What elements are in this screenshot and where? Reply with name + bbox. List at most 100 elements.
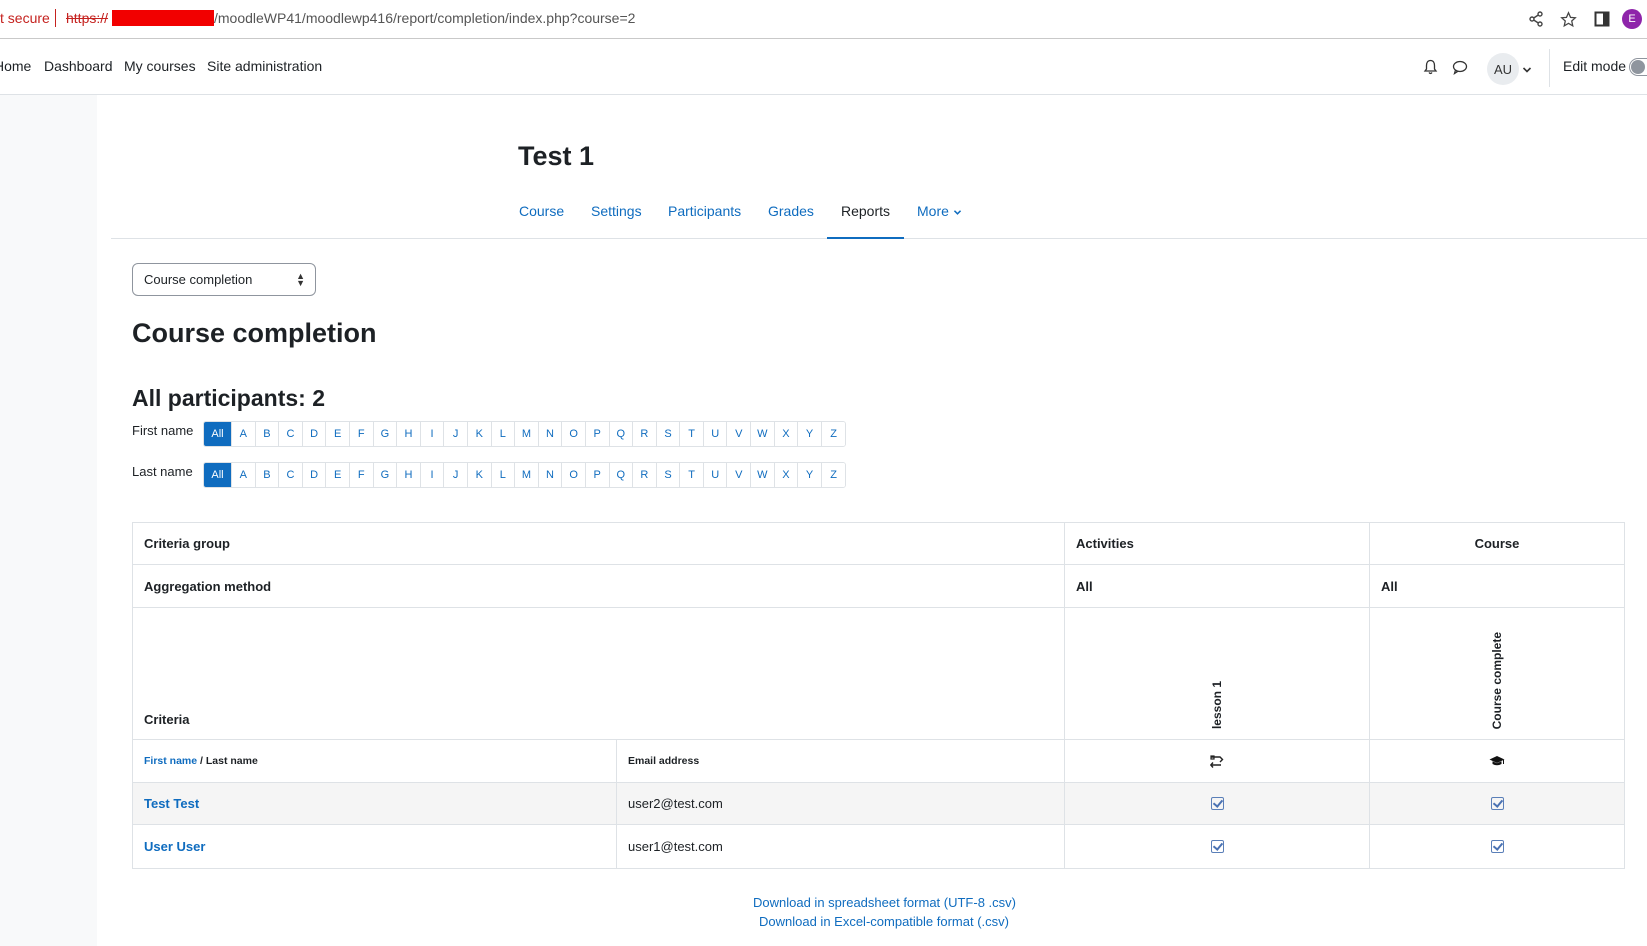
notifications-bell-icon[interactable] bbox=[1419, 56, 1441, 78]
nav-dashboard[interactable]: Dashboard bbox=[44, 58, 113, 74]
last-name-initial-w[interactable]: W bbox=[751, 463, 775, 487]
course-header: Course bbox=[1474, 536, 1520, 551]
nav-my-courses[interactable]: My courses bbox=[124, 58, 196, 74]
first-name-initial-j[interactable]: J bbox=[444, 422, 468, 446]
first-name-initial-h[interactable]: H bbox=[397, 422, 421, 446]
security-warning[interactable]: t secure bbox=[0, 10, 50, 26]
url-scheme[interactable]: https:// bbox=[66, 10, 108, 26]
first-name-initial-l[interactable]: L bbox=[491, 422, 516, 446]
nav-site-administration[interactable]: Site administration bbox=[207, 58, 322, 74]
edit-mode-toggle[interactable] bbox=[1629, 58, 1647, 76]
user-avatar[interactable]: AU bbox=[1487, 53, 1519, 85]
first-name-initial-i[interactable]: I bbox=[420, 422, 445, 446]
first-name-initial-u[interactable]: U bbox=[703, 422, 728, 446]
left-drawer bbox=[0, 95, 97, 946]
first-name-initial-z[interactable]: Z bbox=[821, 422, 846, 446]
last-name-initial-c[interactable]: C bbox=[279, 463, 303, 487]
primary-navigation: Home Dashboard My courses Site administr… bbox=[0, 39, 1647, 95]
first-name-initial-n[interactable]: N bbox=[538, 422, 563, 446]
participant-name-link[interactable]: User User bbox=[144, 839, 205, 854]
last-name-initial-f[interactable]: F bbox=[349, 463, 374, 487]
first-name-initial-s[interactable]: S bbox=[656, 422, 681, 446]
criteria-row: Criteria lesson 1 Course complete bbox=[133, 608, 1624, 740]
criteria-course-complete: Course complete bbox=[1490, 631, 1504, 729]
last-name-initial-g[interactable]: G bbox=[373, 463, 398, 487]
tab-more[interactable]: More bbox=[917, 203, 962, 219]
last-name-initial-n[interactable]: N bbox=[538, 463, 563, 487]
page-heading: Course completion bbox=[132, 318, 377, 348]
download-utf8-csv-link[interactable]: Download in spreadsheet format (UTF-8 .c… bbox=[753, 895, 1016, 910]
participant-name-link[interactable]: Test Test bbox=[144, 796, 199, 811]
first-name-initial-o[interactable]: O bbox=[562, 422, 586, 446]
first-name-initial-a[interactable]: A bbox=[232, 422, 256, 446]
first-name-initial-b[interactable]: B bbox=[255, 422, 280, 446]
last-name-initial-y[interactable]: Y bbox=[798, 463, 822, 487]
email-header: Email address bbox=[617, 740, 1065, 782]
first-name-initial-q[interactable]: Q bbox=[609, 422, 634, 446]
chevron-down-icon[interactable] bbox=[1522, 61, 1532, 77]
download-excel-csv-link[interactable]: Download in Excel-compatible format (.cs… bbox=[759, 914, 1009, 929]
first-name-initial-p[interactable]: P bbox=[585, 422, 610, 446]
sort-first-name-link[interactable]: First name bbox=[144, 755, 197, 767]
first-name-initial-d[interactable]: D bbox=[302, 422, 327, 446]
last-name-initial-r[interactable]: R bbox=[633, 463, 657, 487]
side-panel-icon[interactable] bbox=[1592, 9, 1612, 29]
first-name-initial-g[interactable]: G bbox=[373, 422, 398, 446]
first-name-initial-c[interactable]: C bbox=[279, 422, 303, 446]
browser-address-bar[interactable]: t secure https:// /moodleWP41/moodlewp41… bbox=[0, 0, 1647, 39]
last-name-initial-i[interactable]: I bbox=[420, 463, 445, 487]
last-name-initial-s[interactable]: S bbox=[656, 463, 681, 487]
course-icon-cell bbox=[1370, 740, 1624, 782]
criteria-lesson-cell: lesson 1 bbox=[1065, 608, 1370, 739]
url-path[interactable]: /moodleWP41/moodlewp416/report/completio… bbox=[214, 10, 635, 26]
participants-heading: All participants: 2 bbox=[132, 385, 325, 411]
last-name-initial-o[interactable]: O bbox=[562, 463, 586, 487]
report-type-select[interactable]: Course completion ▲ ▼ bbox=[132, 263, 316, 296]
first-name-initial-all[interactable]: All bbox=[204, 422, 232, 446]
first-name-initial-v[interactable]: V bbox=[727, 422, 752, 446]
completed-check-icon bbox=[1210, 797, 1224, 810]
last-name-initial-e[interactable]: E bbox=[326, 463, 350, 487]
last-name-initial-k[interactable]: K bbox=[467, 463, 492, 487]
last-name-initial-all[interactable]: All bbox=[204, 463, 232, 487]
secondary-navigation: Course Settings Participants Grades Repo… bbox=[111, 186, 1647, 239]
tab-participants[interactable]: Participants bbox=[668, 203, 741, 219]
nav-home[interactable]: Home bbox=[0, 58, 31, 74]
first-name-initial-e[interactable]: E bbox=[326, 422, 350, 446]
messages-chat-icon[interactable] bbox=[1449, 56, 1471, 78]
last-name-initial-b[interactable]: B bbox=[255, 463, 280, 487]
nav-divider bbox=[1549, 49, 1550, 87]
last-name-initial-v[interactable]: V bbox=[727, 463, 752, 487]
last-name-initial-u[interactable]: U bbox=[703, 463, 728, 487]
last-name-initial-m[interactable]: M bbox=[515, 463, 539, 487]
first-name-initial-y[interactable]: Y bbox=[798, 422, 822, 446]
last-name-initial-d[interactable]: D bbox=[302, 463, 327, 487]
last-name-initial-x[interactable]: X bbox=[774, 463, 799, 487]
last-name-initial-l[interactable]: L bbox=[491, 463, 516, 487]
first-name-initial-m[interactable]: M bbox=[515, 422, 539, 446]
tab-course[interactable]: Course bbox=[519, 203, 564, 219]
sort-last-name-link[interactable]: Last name bbox=[206, 755, 258, 767]
tab-settings[interactable]: Settings bbox=[591, 203, 642, 219]
first-name-initial-t[interactable]: T bbox=[680, 422, 704, 446]
share-icon[interactable] bbox=[1526, 9, 1546, 29]
bookmark-star-icon[interactable] bbox=[1558, 9, 1578, 29]
last-name-initial-z[interactable]: Z bbox=[821, 463, 846, 487]
first-name-initial-w[interactable]: W bbox=[751, 422, 775, 446]
last-name-initial-j[interactable]: J bbox=[444, 463, 468, 487]
tab-grades[interactable]: Grades bbox=[768, 203, 814, 219]
last-name-initial-h[interactable]: H bbox=[397, 463, 421, 487]
activities-header: Activities bbox=[1065, 523, 1370, 564]
last-name-initial-a[interactable]: A bbox=[232, 463, 256, 487]
last-name-initial-t[interactable]: T bbox=[680, 463, 704, 487]
address-separator bbox=[55, 9, 56, 27]
first-name-initial-x[interactable]: X bbox=[774, 422, 799, 446]
last-name-initial-q[interactable]: Q bbox=[609, 463, 634, 487]
tab-reports[interactable]: Reports bbox=[841, 203, 890, 219]
participant-email: user2@test.com bbox=[617, 783, 1065, 824]
first-name-initial-f[interactable]: F bbox=[349, 422, 374, 446]
last-name-initial-p[interactable]: P bbox=[585, 463, 610, 487]
first-name-initial-k[interactable]: K bbox=[467, 422, 492, 446]
profile-avatar-icon[interactable]: E bbox=[1622, 9, 1642, 29]
first-name-initial-r[interactable]: R bbox=[633, 422, 657, 446]
